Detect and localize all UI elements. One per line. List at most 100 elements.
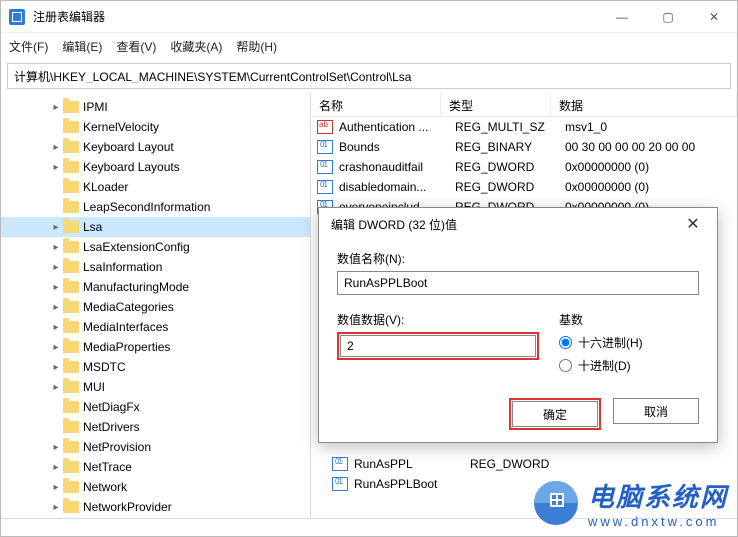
menu-help[interactable]: 帮助(H) bbox=[236, 38, 277, 55]
tree-item[interactable]: LeapSecondInformation bbox=[1, 197, 310, 217]
menu-edit[interactable]: 编辑(E) bbox=[62, 38, 102, 55]
expand-icon[interactable]: ▸ bbox=[49, 162, 63, 173]
list-row[interactable]: RunAsPPL REG_DWORD bbox=[326, 454, 580, 474]
expand-icon[interactable]: ▸ bbox=[49, 142, 63, 153]
tree-item[interactable]: ▸ MUI bbox=[1, 377, 310, 397]
tree-item-label: MSDTC bbox=[83, 360, 126, 374]
folder-icon bbox=[63, 281, 79, 293]
expand-icon[interactable]: ▸ bbox=[49, 462, 63, 473]
folder-icon bbox=[63, 121, 79, 133]
tree-item[interactable]: ▸ NetTrace bbox=[1, 457, 310, 477]
expand-icon[interactable]: ▸ bbox=[49, 382, 63, 393]
value-data-input[interactable] bbox=[340, 335, 536, 357]
dialog-title: 编辑 DWORD (32 位)值 bbox=[331, 216, 457, 233]
tree-item[interactable]: KernelVelocity bbox=[1, 117, 310, 137]
tree-item[interactable]: ▸ Lsa bbox=[1, 217, 310, 237]
tree-item[interactable]: ▸ MediaCategories bbox=[1, 297, 310, 317]
value-data-highlight bbox=[337, 332, 539, 360]
value-name-input[interactable] bbox=[337, 271, 699, 295]
col-data[interactable]: 数据 bbox=[551, 93, 737, 116]
radio-hex-input[interactable] bbox=[559, 336, 572, 349]
col-name[interactable]: 名称 bbox=[311, 93, 441, 116]
tree-item-label: KLoader bbox=[83, 180, 128, 194]
tree-item[interactable]: ▸ MSDTC bbox=[1, 357, 310, 377]
tree-item-label: NetDrivers bbox=[83, 420, 140, 434]
tree-item[interactable]: ▸ Keyboard Layouts bbox=[1, 157, 310, 177]
list-row[interactable]: Authentication ...REG_MULTI_SZmsv1_0 bbox=[311, 117, 737, 137]
expand-icon[interactable]: ▸ bbox=[49, 342, 63, 353]
menu-fav[interactable]: 收藏夹(A) bbox=[170, 38, 222, 55]
tree-item[interactable]: ▸NetworkProvider bbox=[1, 497, 310, 517]
tree-item-label: MediaProperties bbox=[83, 340, 170, 354]
expand-icon[interactable]: ▸ bbox=[49, 482, 63, 493]
expand-icon[interactable]: ▸ bbox=[49, 222, 63, 233]
address-bar[interactable] bbox=[7, 63, 731, 89]
binary-icon bbox=[317, 160, 333, 174]
tree-view[interactable]: ▸IPMI KernelVelocity ▸ Keyboard Layout ▸ Keyb… bbox=[1, 93, 311, 518]
expand-icon[interactable]: ▸ bbox=[49, 302, 63, 313]
expand-icon[interactable]: ▸ bbox=[49, 442, 63, 453]
tree-item[interactable]: ▸LsaExtensionConfig bbox=[1, 237, 310, 257]
tree-item-label: NetTrace bbox=[83, 460, 132, 474]
expand-icon[interactable]: ▸ bbox=[49, 502, 63, 513]
cancel-button[interactable]: 取消 bbox=[613, 398, 699, 424]
tree-item[interactable]: ▸IPMI bbox=[1, 97, 310, 117]
binary-icon bbox=[317, 140, 333, 154]
tree-item[interactable]: ▸ MediaInterfaces bbox=[1, 317, 310, 337]
list-row[interactable]: RunAsPPLBoot bbox=[326, 474, 580, 494]
tree-item[interactable]: ▸LsaInformation bbox=[1, 257, 310, 277]
tree-item[interactable]: ▸ ManufacturingMode bbox=[1, 277, 310, 297]
window-title: 注册表编辑器 bbox=[33, 8, 599, 25]
ok-button[interactable]: 确定 bbox=[512, 401, 598, 427]
address-input[interactable] bbox=[14, 69, 724, 83]
expand-icon[interactable]: ▸ bbox=[49, 102, 63, 113]
list-row[interactable]: disabledomain...REG_DWORD0x00000000 (0) bbox=[311, 177, 737, 197]
tree-item[interactable]: NetDiagFx bbox=[1, 397, 310, 417]
tree-item[interactable]: KLoader bbox=[1, 177, 310, 197]
radio-hex[interactable]: 十六进制(H) bbox=[559, 334, 699, 351]
folder-icon bbox=[63, 181, 79, 193]
tree-item-label: MediaInterfaces bbox=[83, 320, 168, 334]
tree-item-label: Keyboard Layouts bbox=[83, 160, 180, 174]
tree-item[interactable]: ▸Network bbox=[1, 477, 310, 497]
folder-icon bbox=[63, 221, 79, 233]
expand-icon[interactable]: ▸ bbox=[49, 262, 63, 273]
folder-icon bbox=[63, 341, 79, 353]
list-row[interactable]: crashonauditfailREG_DWORD0x00000000 (0) bbox=[311, 157, 737, 177]
tree-item[interactable]: ▸ MediaProperties bbox=[1, 337, 310, 357]
tree-item-label: Keyboard Layout bbox=[83, 140, 174, 154]
radio-dec[interactable]: 十进制(D) bbox=[559, 357, 699, 374]
radio-dec-input[interactable] bbox=[559, 359, 572, 372]
folder-icon bbox=[63, 201, 79, 213]
tree-item-label: KernelVelocity bbox=[83, 120, 159, 134]
tree-item-label: MUI bbox=[83, 380, 105, 394]
menubar: 文件(F) 编辑(E) 查看(V) 收藏夹(A) 帮助(H) bbox=[1, 33, 737, 59]
expand-icon[interactable]: ▸ bbox=[49, 362, 63, 373]
tree-item-label: Lsa bbox=[83, 220, 102, 234]
minimize-button[interactable]: — bbox=[599, 1, 645, 33]
tree-item[interactable]: ▸NetProvision bbox=[1, 437, 310, 457]
maximize-button[interactable]: ▢ bbox=[645, 1, 691, 33]
tree-item-label: ManufacturingMode bbox=[83, 280, 189, 294]
titlebar: 注册表编辑器 — ▢ ✕ bbox=[1, 1, 737, 33]
expand-icon[interactable]: ▸ bbox=[49, 322, 63, 333]
list-row[interactable]: BoundsREG_BINARY00 30 00 00 00 20 00 00 bbox=[311, 137, 737, 157]
value-data-label: 数值数据(V): bbox=[337, 311, 539, 328]
expand-icon[interactable]: ▸ bbox=[49, 242, 63, 253]
statusbar bbox=[1, 518, 737, 536]
tree-item[interactable]: NetDrivers bbox=[1, 417, 310, 437]
menu-view[interactable]: 查看(V) bbox=[116, 38, 156, 55]
tree-item[interactable]: ▸ Keyboard Layout bbox=[1, 137, 310, 157]
folder-icon bbox=[63, 401, 79, 413]
binary-icon bbox=[317, 180, 333, 194]
folder-icon bbox=[63, 421, 79, 433]
close-button[interactable]: ✕ bbox=[691, 1, 737, 33]
folder-icon bbox=[63, 161, 79, 173]
folder-icon bbox=[63, 261, 79, 273]
tree-item-label: MediaCategories bbox=[83, 300, 174, 314]
dialog-close-button[interactable]: ✕ bbox=[681, 214, 705, 234]
col-type[interactable]: 类型 bbox=[441, 93, 551, 116]
list-rows-under-dialog: RunAsPPL REG_DWORD RunAsPPLBoot bbox=[326, 454, 580, 494]
menu-file[interactable]: 文件(F) bbox=[9, 38, 48, 55]
expand-icon[interactable]: ▸ bbox=[49, 282, 63, 293]
